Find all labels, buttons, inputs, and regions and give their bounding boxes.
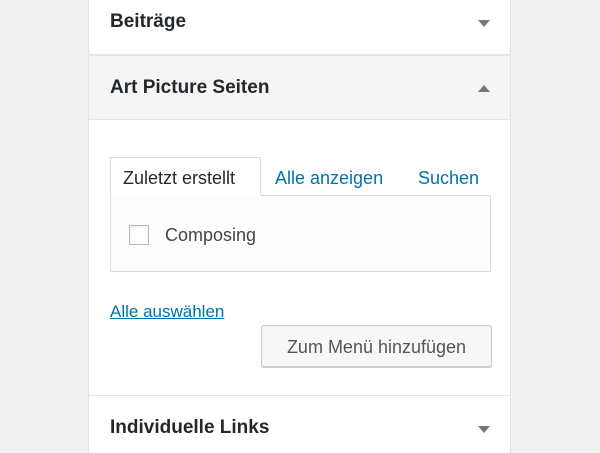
section-title-art-picture-seiten: Art Picture Seiten [110, 77, 270, 98]
section-header-individuelle-links[interactable]: Individuelle Links [89, 395, 510, 453]
checkbox-label-composing[interactable]: Composing [165, 225, 256, 246]
section-header-beitraege[interactable]: Beiträge [89, 0, 510, 55]
arrow-down-icon[interactable] [478, 20, 490, 27]
add-to-menu-button[interactable]: Zum Menü hinzufügen [261, 325, 492, 367]
section-title-beitraege: Beiträge [110, 11, 187, 32]
tab-panel-recent: Composing [110, 195, 491, 272]
section-title-individuelle-links: Individuelle Links [110, 417, 270, 438]
arrow-down-icon[interactable] [478, 426, 490, 433]
select-all-link[interactable]: Alle auswählen [110, 302, 224, 322]
checkbox-composing[interactable] [129, 225, 149, 245]
tab-alle-anzeigen[interactable]: Alle anzeigen [275, 157, 383, 189]
section-header-art-picture-seiten[interactable]: Art Picture Seiten [89, 55, 510, 120]
tab-suchen[interactable]: Suchen [418, 157, 479, 189]
arrow-up-icon[interactable] [478, 85, 490, 92]
menu-items-panel: Beiträge Art Picture Seiten Zuletzt erst… [88, 0, 511, 453]
tab-zuletzt-erstellt[interactable]: Zuletzt erstellt [110, 157, 261, 196]
